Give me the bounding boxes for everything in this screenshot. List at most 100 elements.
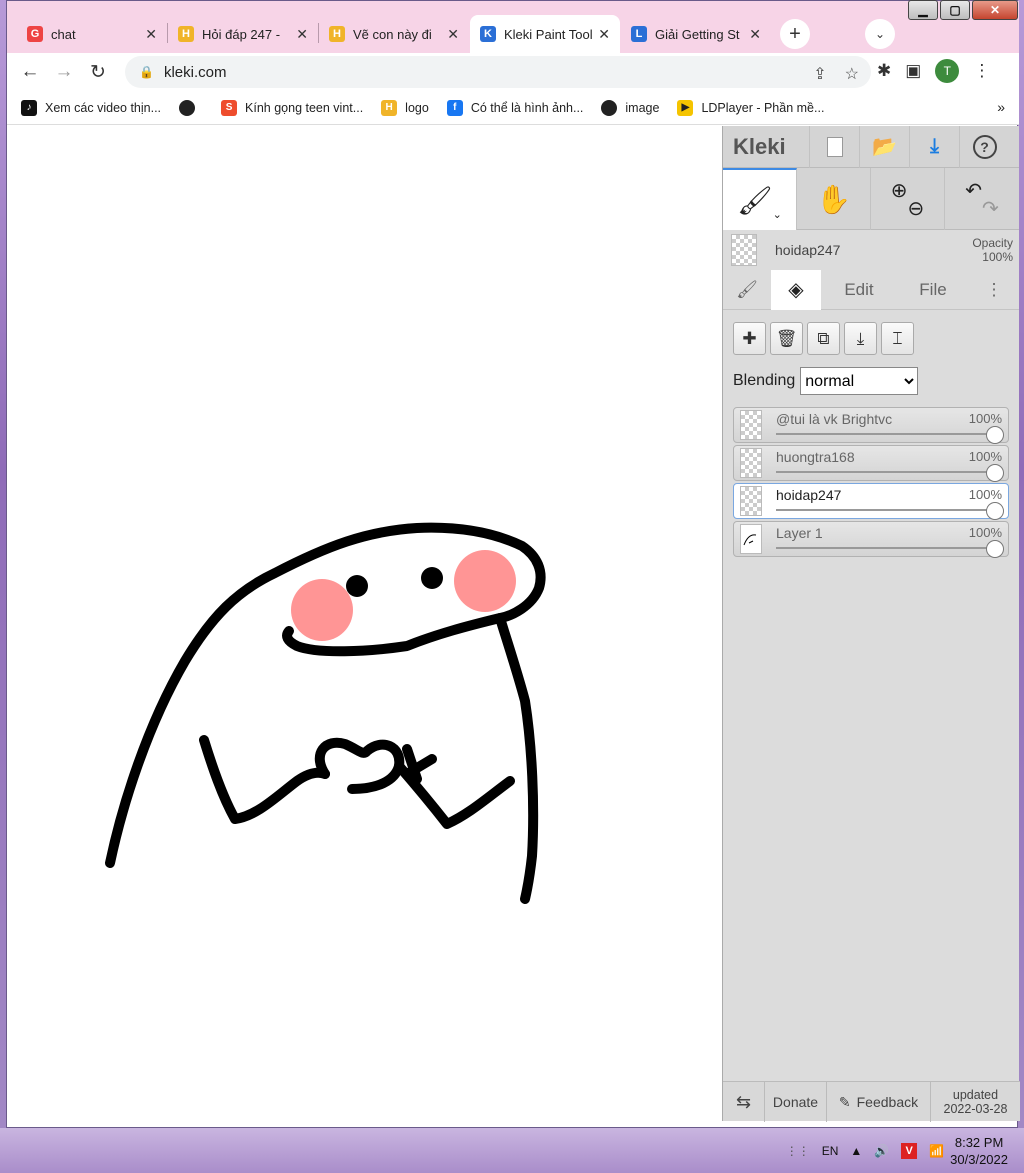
drawing-canvas[interactable]: [7, 126, 722, 1121]
zoom-tool[interactable]: ⊕ ⊖: [871, 168, 945, 230]
system-tray: ⋮⋮ EN ▲ 🔊 V 📶 8:32 PM 30/3/2022: [780, 1128, 1024, 1173]
bookmark-globe[interactable]: [179, 99, 203, 116]
new-image-button[interactable]: [809, 125, 859, 168]
layer-item[interactable]: Layer 1 100%: [733, 521, 1009, 558]
antivirus-icon[interactable]: V: [901, 1142, 918, 1159]
avatar[interactable]: T: [935, 59, 960, 83]
star-icon[interactable]: ☆: [845, 64, 859, 84]
forward-button[interactable]: →: [47, 61, 81, 83]
delete-layer-button[interactable]: 🗑: [770, 322, 803, 355]
hand-icon: ✋: [816, 183, 851, 215]
tab-favicon-icon: H: [178, 26, 194, 42]
add-layer-button[interactable]: ✚: [733, 322, 766, 355]
layer-opacity-slider[interactable]: [986, 540, 1004, 558]
volume-icon[interactable]: 🔊: [874, 1144, 889, 1158]
minimize-button[interactable]: ▁: [908, 0, 938, 20]
globe-icon: [601, 99, 618, 116]
kleki-logo[interactable]: Kleki: [723, 134, 809, 160]
tab-ve-con[interactable]: H Vẽ con này đi ✕: [319, 15, 469, 53]
updated-info[interactable]: updated 2022-03-28: [931, 1082, 1020, 1122]
help-button[interactable]: ?: [959, 125, 1009, 168]
bookmark-ldplayer[interactable]: ▶ LDPlayer - Phần mề...: [677, 99, 825, 116]
panel-menu-button[interactable]: ⋮: [969, 270, 1019, 310]
close-icon[interactable]: ✕: [145, 26, 157, 43]
updated-label: updated: [952, 1088, 999, 1102]
brush-tool[interactable]: 🖌 ⌄: [723, 168, 797, 230]
drawing: [105, 522, 546, 904]
side-panel-icon[interactable]: ▣: [905, 61, 921, 81]
open-button[interactable]: 📂: [859, 125, 909, 168]
layer-opacity-slider[interactable]: [986, 502, 1004, 520]
layer-opacity: 100%: [968, 449, 1002, 464]
menu-icon[interactable]: ⋮: [973, 61, 990, 81]
tab-hoidap[interactable]: H Hỏi đáp 247 - ✕: [168, 15, 318, 53]
swap-icon: ⇆: [735, 1091, 752, 1112]
address-bar[interactable]: 🔒 kleki.com ⇪ ☆: [125, 56, 871, 88]
layer-opacity-slider[interactable]: [986, 464, 1004, 482]
bookmark-logo[interactable]: Hlogo: [381, 99, 429, 116]
current-layer-bar[interactable]: hoidap247 Opacity 100%: [723, 230, 1019, 270]
share-icon[interactable]: ⇪: [813, 64, 826, 84]
network-icon[interactable]: 📶: [929, 1144, 944, 1158]
undo-redo-tool[interactable]: ↶ ↷: [945, 168, 1019, 230]
tab-kleki[interactable]: K Kleki Paint Tool ✕: [470, 15, 620, 53]
duplicate-layer-button[interactable]: ⧉: [807, 322, 840, 355]
close-icon[interactable]: ✕: [447, 26, 459, 43]
rename-icon: ⌶: [892, 328, 903, 348]
bookmark-label: Có thể là hình ảnh...: [470, 100, 584, 115]
bookmark-shopee[interactable]: S Kính gọng teen vint...: [221, 99, 364, 116]
bookmark-image[interactable]: image: [601, 99, 659, 116]
blending-select[interactable]: normal: [800, 367, 919, 395]
tab-title: Giải Getting St: [655, 26, 740, 42]
rename-layer-button[interactable]: ⌶: [881, 322, 914, 355]
globe-icon: [179, 99, 196, 116]
layer-opacity-track: [776, 509, 998, 511]
back-button[interactable]: ←: [13, 61, 47, 83]
tab-layers[interactable]: ◈: [771, 269, 821, 310]
tab-chat[interactable]: G chat ✕: [17, 15, 167, 53]
tab-brush[interactable]: 🖌: [723, 270, 771, 310]
hoidap-icon: H: [381, 99, 398, 116]
show-hidden-icons[interactable]: ▲: [850, 1144, 862, 1158]
maximize-button[interactable]: ▢: [940, 0, 970, 20]
reload-button[interactable]: ↻: [81, 61, 115, 84]
layer-opacity-slider[interactable]: [986, 426, 1004, 444]
language-indicator[interactable]: EN: [822, 1144, 839, 1158]
redo-icon: ↷: [982, 197, 999, 220]
new-tab-button[interactable]: +: [780, 19, 810, 49]
tab-edit[interactable]: Edit: [821, 270, 897, 310]
layer-buttons: ✚ 🗑 ⧉ ⤓ ⌶: [723, 310, 1019, 355]
close-window-button[interactable]: ✕: [972, 0, 1018, 20]
tab-favicon-icon: G: [27, 26, 43, 42]
more-bookmarks-button[interactable]: »: [997, 99, 1005, 115]
taskbar: ⋮⋮ EN ▲ 🔊 V 📶 8:32 PM 30/3/2022: [0, 1128, 1024, 1173]
extensions-icon[interactable]: ✱: [877, 61, 891, 81]
bookmark-label: LDPlayer - Phần mề...: [701, 100, 825, 115]
download-icon: ⤓: [930, 135, 939, 157]
opacity-label: Opacity: [972, 236, 1013, 250]
feedback-button[interactable]: ✎ Feedback: [827, 1082, 931, 1122]
bookmark-facebook[interactable]: f Có thể là hình ảnh...: [446, 99, 584, 116]
tab-search-button[interactable]: ⌄: [865, 19, 895, 49]
merge-layer-button[interactable]: ⤓: [844, 322, 877, 355]
layer-item[interactable]: @tui là vk Brightvc 100%: [733, 407, 1009, 444]
tab-file[interactable]: File: [897, 270, 969, 310]
bookmark-label: Xem các video thịn...: [45, 100, 162, 115]
donate-button[interactable]: Donate: [765, 1082, 827, 1122]
tab-giai[interactable]: L Giải Getting St ✕: [621, 15, 771, 53]
layer-item[interactable]: huongtra168 100%: [733, 445, 1009, 482]
close-icon[interactable]: ✕: [296, 26, 308, 43]
close-icon[interactable]: ✕: [598, 26, 610, 43]
hand-tool[interactable]: ✋: [797, 168, 871, 230]
layer-name: Layer 1: [776, 525, 823, 541]
layer-thumb: [740, 486, 762, 516]
close-icon[interactable]: ✕: [749, 26, 761, 43]
tiktok-icon: ♪: [21, 99, 37, 116]
swap-side-button[interactable]: ⇆: [723, 1082, 765, 1122]
clock[interactable]: 8:32 PM 30/3/2022: [950, 1134, 1008, 1168]
current-layer-thumb: [731, 234, 757, 266]
bookmark-tiktok[interactable]: ♪ Xem các video thịn...: [21, 99, 162, 116]
bookmark-label: Kính gọng teen vint...: [245, 100, 364, 115]
save-button[interactable]: ⤓: [909, 125, 959, 168]
layer-item-selected[interactable]: hoidap247 100%: [733, 483, 1009, 520]
